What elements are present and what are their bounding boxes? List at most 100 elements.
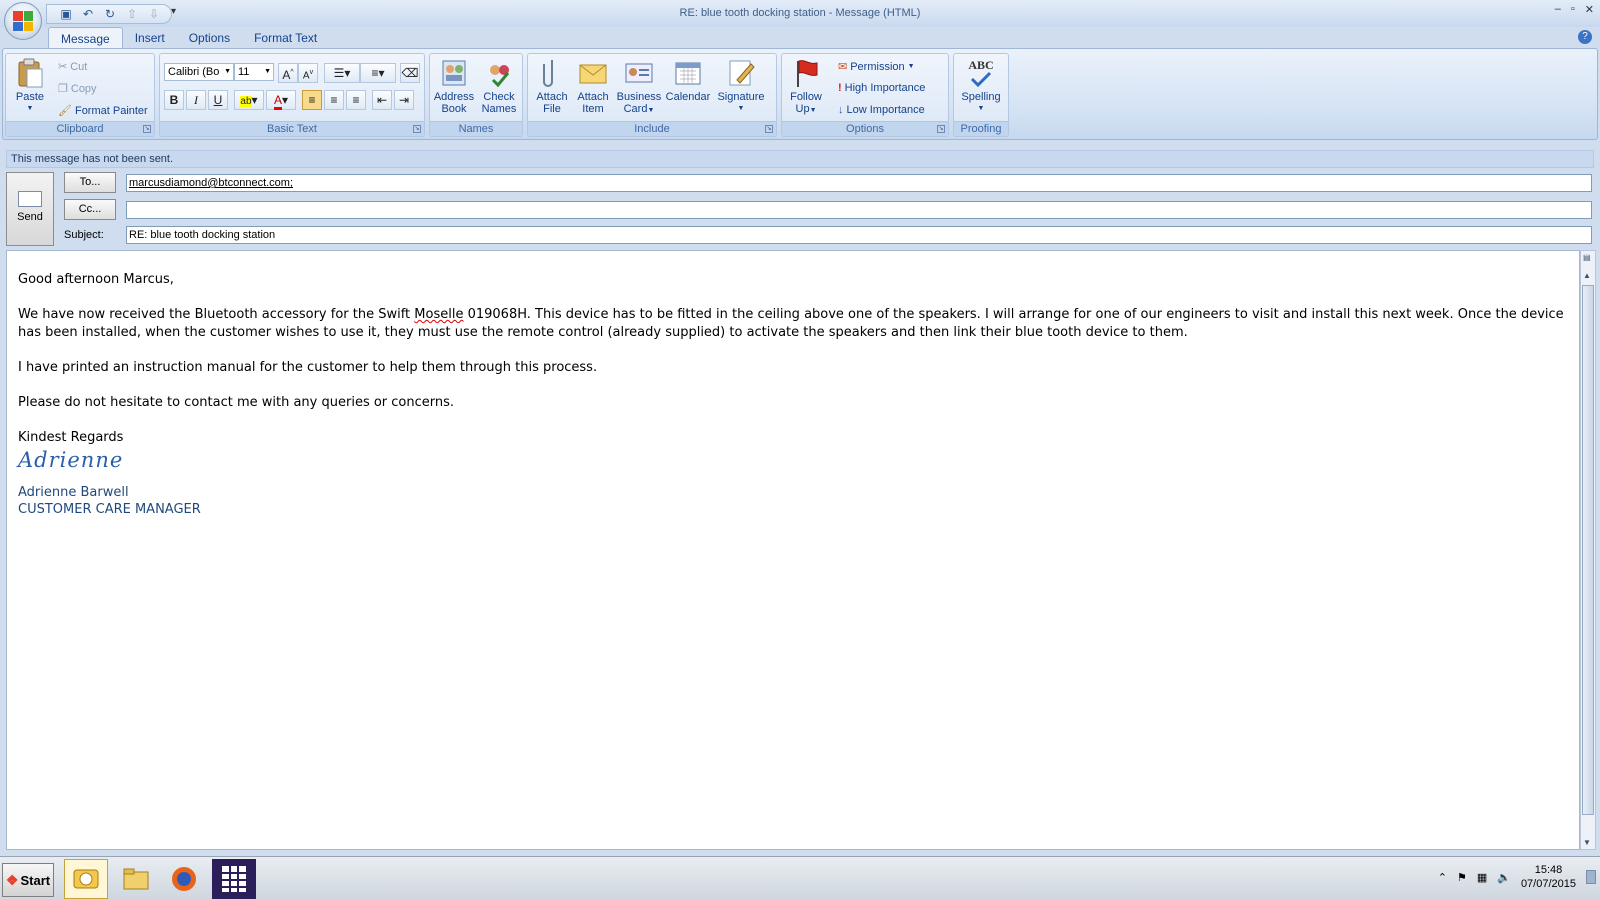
subject-field[interactable]: RE: blue tooth docking station (126, 226, 1592, 244)
attach-item-button[interactable]: Attach Item (572, 57, 614, 115)
font-name-box[interactable]: Calibri (Bo ▼ (164, 63, 234, 81)
to-button[interactable]: To... (64, 172, 116, 193)
align-left-icon[interactable]: ≡ (302, 90, 322, 110)
proofing-group: ABC Spelling ▼ Proofing (953, 53, 1009, 137)
close-button[interactable]: ✕ (1585, 3, 1594, 16)
basic-text-group: Calibri (Bo ▼ 11 ▼ A^ Av ☰▾ ≡▾ ⌫ B I U a… (159, 53, 425, 137)
italic-icon[interactable]: I (186, 90, 206, 110)
follow-up-button[interactable]: Follow Up▼ (784, 57, 828, 117)
font-color-icon[interactable]: A▾ (266, 90, 296, 110)
clock[interactable]: 15:48 07/07/2015 (1521, 863, 1576, 891)
spelling-check-icon: ABC (966, 57, 996, 89)
action-center-flag-icon[interactable]: ⚑ (1457, 871, 1467, 884)
high-importance-button[interactable]: ! High Importance (838, 82, 925, 94)
clock-time: 15:48 (1534, 864, 1563, 876)
bullets-icon[interactable]: ☰▾ (324, 63, 360, 83)
permission-dropdown-icon: ▼ (907, 63, 915, 70)
show-desktop-icon[interactable] (1586, 870, 1596, 884)
low-importance-button[interactable]: ↓ Low Importance (838, 104, 925, 116)
send-label: Send (17, 211, 43, 223)
shrink-font-icon[interactable]: Av (298, 63, 318, 83)
handwritten-signature: Adrienne (18, 448, 124, 472)
taskbar: ❖ Start ⌃ ⚑ ▦ 🔈 15:48 07/07/2015 (0, 856, 1600, 900)
vertical-scrollbar[interactable]: ▤ ▲ ▼ (1580, 250, 1596, 850)
bold-icon[interactable]: B (164, 90, 184, 110)
align-center-icon[interactable]: ≡ (324, 90, 344, 110)
clear-formatting-icon[interactable]: ⌫ (400, 63, 420, 83)
volume-icon[interactable]: 🔈 (1497, 871, 1511, 884)
restore-button[interactable]: ▫ (1571, 3, 1575, 16)
paste-icon (15, 57, 45, 89)
to-recipient[interactable]: marcusdiamond@btconnect.com; (129, 177, 293, 189)
font-size-dropdown-icon[interactable]: ▼ (264, 68, 271, 75)
permission-button[interactable]: ✉ Permission ▼ (838, 60, 915, 74)
align-right-icon[interactable]: ≡ (346, 90, 366, 110)
tab-format-text[interactable]: Format Text (242, 27, 329, 49)
help-icon[interactable]: ? (1578, 30, 1592, 44)
cc-field[interactable] (126, 201, 1592, 219)
calendar-button[interactable]: Calendar (664, 57, 712, 103)
network-icon[interactable]: ▦ (1477, 871, 1487, 884)
attach-file-button[interactable]: Attach File (530, 57, 574, 115)
paste-button[interactable]: Paste ▼ (10, 57, 50, 115)
send-button[interactable]: Send (6, 172, 54, 246)
address-book-button[interactable]: Address Book (432, 57, 476, 115)
basic-text-dialog-launcher-icon[interactable]: ↘ (413, 125, 421, 133)
outlook-icon[interactable] (64, 859, 108, 899)
check-names-button[interactable]: Check Names (478, 57, 520, 115)
cc-button[interactable]: Cc... (64, 199, 116, 220)
scroll-up-icon[interactable]: ▲ (1583, 271, 1591, 280)
address-book-label-2: Book (441, 103, 467, 115)
scissors-icon: ✂ (58, 61, 68, 73)
body-paragraph-3: Please do not hesitate to contact me wit… (18, 394, 455, 410)
permission-label: Permission (850, 60, 905, 73)
grow-font-icon[interactable]: A^ (278, 63, 298, 83)
attach-item-label-2: Item (582, 103, 604, 115)
decrease-indent-icon[interactable]: ⇤ (372, 90, 392, 110)
tab-insert[interactable]: Insert (123, 27, 177, 49)
format-painter-button[interactable]: 🖌 Format Painter (58, 104, 148, 118)
show-hidden-icons-icon[interactable]: ⌃ (1438, 871, 1447, 884)
file-explorer-icon[interactable] (114, 859, 158, 899)
minimize-button[interactable]: – (1555, 3, 1561, 16)
scroll-thumb[interactable] (1582, 285, 1594, 815)
signature-dropdown-icon: ▼ (737, 105, 745, 112)
copy-button[interactable]: ❐ Copy (58, 82, 97, 96)
high-importance-label: High Importance (844, 82, 926, 94)
firefox-icon[interactable] (162, 859, 206, 899)
business-card-icon (624, 57, 654, 89)
business-card-button[interactable]: Business Card▼ (614, 57, 664, 117)
ruler-toggle-icon[interactable]: ▤ (1583, 253, 1591, 262)
spelling-label: Spelling (961, 91, 1001, 103)
numbering-icon[interactable]: ≡▾ (360, 63, 396, 83)
underline-icon[interactable]: U (208, 90, 228, 110)
clipboard-group: Paste ▼ ✂ Cut ❐ Copy 🖌 Format Painter Cl… (5, 53, 155, 137)
increase-indent-icon[interactable]: ⇥ (394, 90, 414, 110)
start-button[interactable]: ❖ Start (2, 863, 54, 897)
low-importance-label: Low Importance (846, 104, 925, 116)
tab-options[interactable]: Options (177, 27, 242, 49)
signature-button[interactable]: Signature ▼ (712, 57, 770, 115)
scroll-down-icon[interactable]: ▼ (1583, 838, 1591, 847)
clipboard-dialog-launcher-icon[interactable]: ↘ (143, 125, 151, 133)
font-dropdown-icon[interactable]: ▼ (224, 68, 231, 75)
to-field[interactable]: marcusdiamond@btconnect.com; (126, 174, 1592, 192)
send-envelope-icon (18, 191, 42, 207)
highlight-icon[interactable]: ab▾ (234, 90, 264, 110)
office-button[interactable] (4, 2, 42, 40)
options-dialog-launcher-icon[interactable]: ↘ (937, 125, 945, 133)
font-size-box[interactable]: 11 ▼ (234, 63, 274, 81)
cut-button[interactable]: ✂ Cut (58, 60, 87, 74)
message-body[interactable]: Good afternoon Marcus, We have now recei… (6, 250, 1580, 850)
calculator-icon[interactable] (212, 859, 256, 899)
follow-up-label-2-row: Up▼ (784, 103, 828, 117)
include-dialog-launcher-icon[interactable]: ↘ (765, 125, 773, 133)
spelling-button[interactable]: ABC Spelling ▼ (956, 57, 1006, 115)
names-group: Address Book Check Names Names (429, 53, 523, 137)
misspelled-word[interactable]: Moselle (414, 307, 463, 322)
para1-text-a: We have now received the Bluetooth acces… (18, 307, 415, 322)
include-group-label: Include (528, 121, 776, 136)
format-painter-label: Format Painter (74, 104, 148, 117)
tab-message[interactable]: Message (48, 27, 123, 49)
system-tray: ⌃ ⚑ ▦ 🔈 15:48 07/07/2015 (1438, 863, 1596, 891)
